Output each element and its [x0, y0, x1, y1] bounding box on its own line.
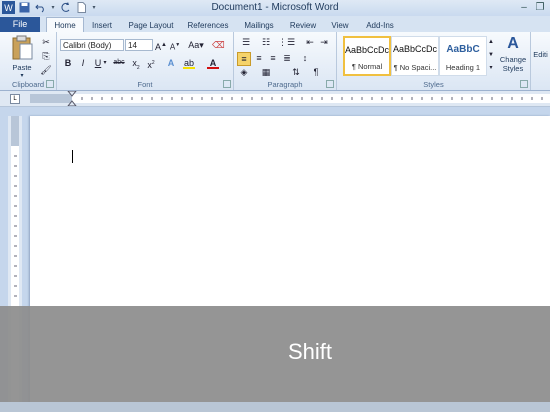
paragraph-group-label: Paragraph — [267, 80, 303, 89]
text-effects-icon[interactable]: A — [165, 57, 177, 69]
shading-icon[interactable]: ◈ — [238, 66, 250, 78]
styles-group: AaBbCcDc ¶ Normal AaBbCcDc ¶ No Spaci...… — [337, 32, 531, 90]
format-painter-icon[interactable]: 🖌 — [40, 64, 52, 76]
tab-view[interactable]: View — [326, 19, 354, 32]
styles-dialog-launcher[interactable] — [520, 80, 528, 88]
tab-home[interactable]: Home — [46, 17, 84, 33]
change-case-icon[interactable]: Aa▾ — [187, 39, 205, 51]
ruler-scale — [30, 91, 550, 106]
style-no-spacing[interactable]: AaBbCcDc ¶ No Spaci... — [391, 36, 439, 76]
tab-insert[interactable]: Insert — [86, 19, 118, 32]
style-no-spacing-name: ¶ No Spaci... — [393, 63, 437, 72]
increase-indent-icon[interactable]: ⇥ — [318, 36, 330, 48]
clipboard-dialog-launcher[interactable] — [46, 80, 54, 88]
text-cursor — [72, 150, 73, 163]
paste-icon — [12, 35, 33, 60]
shrink-font-icon[interactable]: A▼ — [169, 39, 181, 52]
font-group: Calibri (Body) 14 A▲ A▼ Aa▾ ⌫ B I U ▾ ab… — [57, 32, 234, 90]
bold-icon[interactable]: B — [62, 57, 74, 69]
underline-dropdown-icon[interactable]: ▾ — [102, 57, 108, 69]
change-styles-label-2: Styles — [502, 64, 524, 73]
paste-button[interactable]: Paste ▾ — [8, 35, 36, 79]
editing-label: Editi — [533, 50, 548, 59]
multilevel-list-icon[interactable]: ⋮☰ — [278, 36, 295, 48]
style-normal-sample: AaBbCcDc — [345, 45, 389, 55]
styles-group-label: Styles — [423, 80, 444, 89]
style-heading-1-sample: AaBbC — [446, 44, 480, 55]
tab-mailings[interactable]: Mailings — [239, 19, 279, 32]
window-controls: – ❐ — [517, 1, 547, 13]
tab-page-layout[interactable]: Page Layout — [124, 19, 178, 32]
paragraph-group: ☰ ☷ ⋮☰ ⇤ ⇥ ≡ ≡ ≡ ≣ ↕ ◈ ▦ ⇅ ¶ Paragraph — [234, 32, 337, 90]
ribbon-tabs: File Home Insert Page Layout References … — [0, 16, 550, 33]
keystroke-label: Shift — [287, 339, 333, 364]
tab-references[interactable]: References — [183, 19, 233, 32]
font-color-icon[interactable]: A — [207, 57, 219, 69]
superscript-icon[interactable]: x2 — [145, 57, 157, 70]
align-right-icon[interactable]: ≡ — [267, 52, 279, 64]
grow-font-icon[interactable]: A▲ — [155, 39, 167, 52]
show-marks-icon[interactable]: ¶ — [310, 66, 322, 78]
font-dialog-launcher[interactable] — [223, 80, 231, 88]
font-size-select[interactable]: 14 — [125, 39, 153, 51]
line-spacing-icon[interactable]: ↕ — [299, 52, 311, 64]
editing-button[interactable]: Editi — [531, 50, 550, 59]
paste-label: Paste — [12, 63, 32, 72]
decrease-indent-icon[interactable]: ⇤ — [304, 36, 316, 48]
paragraph-dialog-launcher[interactable] — [326, 80, 334, 88]
horizontal-scrollbar[interactable] — [0, 402, 550, 412]
ribbon-home: Paste ▾ ✂ ⎘ 🖌 Clipboard Calibri (Body) 1… — [0, 32, 550, 91]
font-name-select[interactable]: Calibri (Body) — [60, 39, 124, 51]
tab-file[interactable]: File — [0, 17, 40, 32]
style-normal-name: ¶ Normal — [351, 62, 383, 71]
style-no-spacing-sample: AaBbCcDc — [392, 44, 437, 54]
bullets-icon[interactable]: ☰ — [238, 36, 254, 48]
strikethrough-icon[interactable]: abc — [112, 57, 126, 69]
borders-icon[interactable]: ▦ — [260, 66, 272, 78]
sort-icon[interactable]: ⇅ — [290, 66, 302, 78]
tab-add-ins[interactable]: Add-Ins — [361, 19, 399, 32]
change-styles-button[interactable]: A Change Styles — [497, 35, 529, 73]
style-heading-1[interactable]: AaBbC Heading 1 — [439, 36, 487, 76]
title-bar: W ▾ ▾ Document1 - Microsoft Word – ❐ — [0, 0, 550, 16]
style-normal[interactable]: AaBbCcDc ¶ Normal — [343, 36, 391, 76]
clear-formatting-icon[interactable]: ⌫ — [212, 39, 225, 51]
window-title: Document1 - Microsoft Word — [211, 2, 339, 13]
italic-icon[interactable]: I — [77, 57, 89, 69]
change-styles-label-1: Change — [499, 55, 527, 64]
tab-selector-icon[interactable]: L — [10, 94, 20, 104]
subscript-icon[interactable]: x2 — [130, 57, 142, 71]
tab-review[interactable]: Review — [285, 19, 321, 32]
minimize-icon[interactable]: – — [517, 1, 531, 13]
copy-icon[interactable]: ⎘ — [40, 50, 52, 62]
styles-more-icon[interactable]: ▾ — [487, 62, 495, 74]
styles-scroll-down-icon[interactable]: ▼ — [487, 49, 495, 61]
cut-icon[interactable]: ✂ — [40, 36, 52, 48]
paste-dropdown-icon: ▾ — [20, 73, 24, 79]
highlight-color-icon[interactable]: ab — [183, 57, 195, 69]
restore-icon[interactable]: ❐ — [533, 1, 547, 13]
style-heading-1-name: Heading 1 — [445, 63, 481, 72]
align-left-icon[interactable]: ≡ — [237, 52, 251, 66]
horizontal-ruler[interactable]: L — [0, 91, 550, 107]
styles-scroll-up-icon[interactable]: ▲ — [487, 36, 495, 48]
numbering-icon[interactable]: ☷ — [258, 36, 274, 48]
align-center-icon[interactable]: ≡ — [253, 52, 265, 64]
justify-icon[interactable]: ≣ — [281, 52, 293, 64]
font-group-label: Font — [137, 80, 153, 89]
clipboard-group: Paste ▾ ✂ ⎘ 🖌 Clipboard — [0, 32, 57, 90]
change-styles-icon: A — [507, 35, 519, 52]
